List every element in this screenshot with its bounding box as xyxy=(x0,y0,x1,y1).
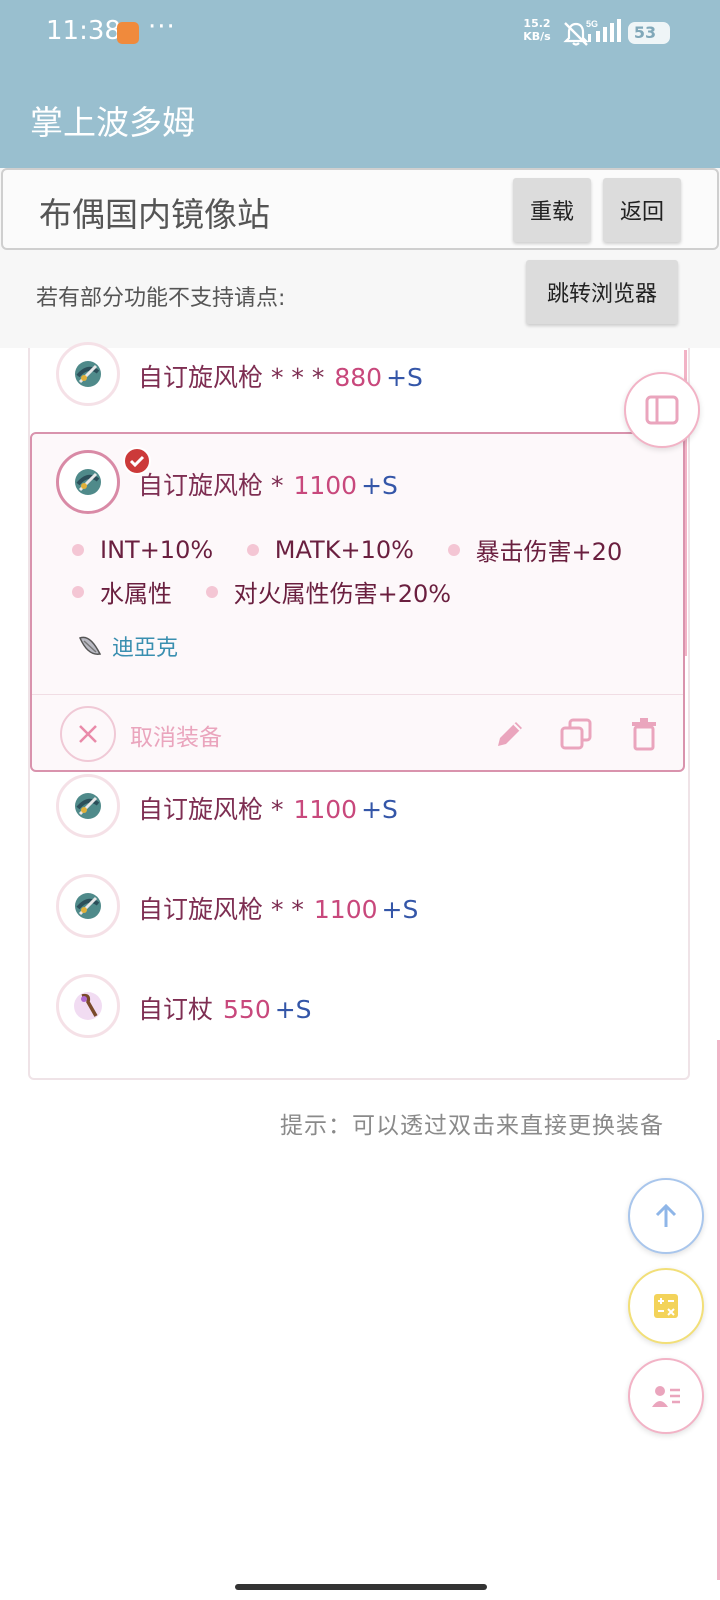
attribute: 水属性 xyxy=(72,574,172,609)
attribute: 暴击伤害+20 xyxy=(447,532,622,567)
battery-icon: 53 xyxy=(628,22,670,44)
spear-icon xyxy=(56,447,151,514)
selected-equipment-card[interactable]: 自订旋风枪 * 1100 +S INT+10% MATK+10% 暴击伤害+20 水… xyxy=(30,432,685,772)
list-item[interactable]: 自订旋风枪 * * * 880 +S xyxy=(28,334,690,434)
close-icon xyxy=(79,725,97,743)
item-name-row: 自订杖 550 +S xyxy=(138,990,312,1026)
item-slot: +S xyxy=(274,995,312,1024)
status-time: 11:38 xyxy=(46,16,121,46)
item-price: 1100 xyxy=(293,471,358,500)
calculator-icon xyxy=(654,1294,678,1318)
scroll-to-top-button[interactable] xyxy=(628,1178,704,1254)
profile-list-icon xyxy=(652,1386,680,1407)
app-title: 掌上波多姆 xyxy=(30,103,195,142)
unequip-button[interactable] xyxy=(60,706,116,762)
net-speed: 15.2 KB/s xyxy=(517,17,557,43)
card-slot[interactable]: 迪亞克 xyxy=(76,630,178,662)
signal-icon: 5G xyxy=(586,19,621,42)
unequip-label[interactable]: 取消装备 xyxy=(130,718,222,752)
browser-hint: 若有部分功能不支持请点: xyxy=(36,286,286,311)
home-indicator[interactable] xyxy=(235,1584,487,1590)
attribute-row-2: 水属性 对火属性伤害+20% xyxy=(72,574,477,609)
item-price: 1100 xyxy=(313,895,378,924)
arrow-up-icon xyxy=(655,1203,677,1227)
list-item[interactable]: 自订杖 550 +S xyxy=(28,966,690,1066)
calculator-button[interactable] xyxy=(628,1268,704,1344)
item-price: 1100 xyxy=(293,795,358,824)
item-slot: +S xyxy=(381,895,419,924)
battery-level: 53 xyxy=(633,23,657,42)
app-bar: 11:38 ··· 15.2 KB/s 5G 53 掌上波多姆 xyxy=(0,0,720,168)
item-name: 自订旋风枪 * * xyxy=(138,895,304,924)
card-icon xyxy=(78,636,102,655)
staff-icon xyxy=(56,974,120,1038)
pencil-icon[interactable] xyxy=(492,716,528,752)
item-name: 自订旋风枪 * xyxy=(138,471,284,500)
attribute: MATK+10% xyxy=(246,536,414,564)
reload-button[interactable]: 重载 xyxy=(513,178,591,242)
mirror-bar: 布偶国内镜像站 重载 返回 若有部分功能不支持请点: 跳转浏览器 xyxy=(0,168,720,348)
status-more: ··· xyxy=(148,12,176,42)
status-bar: 11:38 ··· 15.2 KB/s 5G 53 xyxy=(0,0,720,68)
item-price: 880 xyxy=(334,363,383,392)
net-speed-unit: KB/s xyxy=(523,30,551,43)
network-label: 5G xyxy=(586,19,598,29)
attribute: INT+10% xyxy=(72,536,213,564)
mirror-header: 布偶国内镜像站 重载 返回 xyxy=(1,168,719,250)
list-item[interactable]: 自订旋风枪 * * 1100 +S xyxy=(28,866,690,966)
trash-icon[interactable] xyxy=(626,716,662,752)
back-button[interactable]: 返回 xyxy=(603,178,681,242)
spear-icon xyxy=(56,874,120,938)
spear-icon xyxy=(56,342,120,406)
item-slot: +S xyxy=(361,795,398,824)
sidebar-toggle-icon xyxy=(645,395,679,425)
item-price: 550 xyxy=(223,995,271,1024)
item-slot: +S xyxy=(361,471,398,500)
item-slot: +S xyxy=(386,363,423,392)
open-browser-button[interactable]: 跳转浏览器 xyxy=(526,260,678,324)
copy-icon[interactable] xyxy=(558,716,594,752)
list-item[interactable]: 自订旋风枪 * 1100 +S xyxy=(28,766,690,866)
item-name: 自订旋风枪 * * * xyxy=(138,363,325,392)
item-name-row: 自订旋风枪 * 1100 +S xyxy=(138,466,398,502)
item-name-row: 自订旋风枪 * 1100 +S xyxy=(138,790,398,826)
double-click-tip: 提示：可以透过双击来直接更换装备 xyxy=(280,1113,664,1139)
spear-icon xyxy=(56,774,120,838)
mirror-title: 布偶国内镜像站 xyxy=(39,195,270,234)
attribute: 对火属性伤害+20% xyxy=(205,574,451,609)
divider xyxy=(32,694,683,695)
profile-button[interactable] xyxy=(628,1358,704,1434)
shopping-bag-icon xyxy=(117,22,139,44)
card-name[interactable]: 迪亞克 xyxy=(112,630,178,662)
item-name: 自订旋风枪 * xyxy=(138,795,284,824)
attribute-row-1: INT+10% MATK+10% 暴击伤害+20 xyxy=(72,532,648,567)
item-name: 自订杖 xyxy=(138,995,214,1024)
item-name-row: 自订旋风枪 * * * 880 +S xyxy=(138,358,423,394)
item-name-row: 自订旋风枪 * * 1100 +S xyxy=(138,890,418,926)
panel-toggle-button[interactable] xyxy=(624,372,700,448)
net-speed-value: 15.2 xyxy=(523,17,551,30)
